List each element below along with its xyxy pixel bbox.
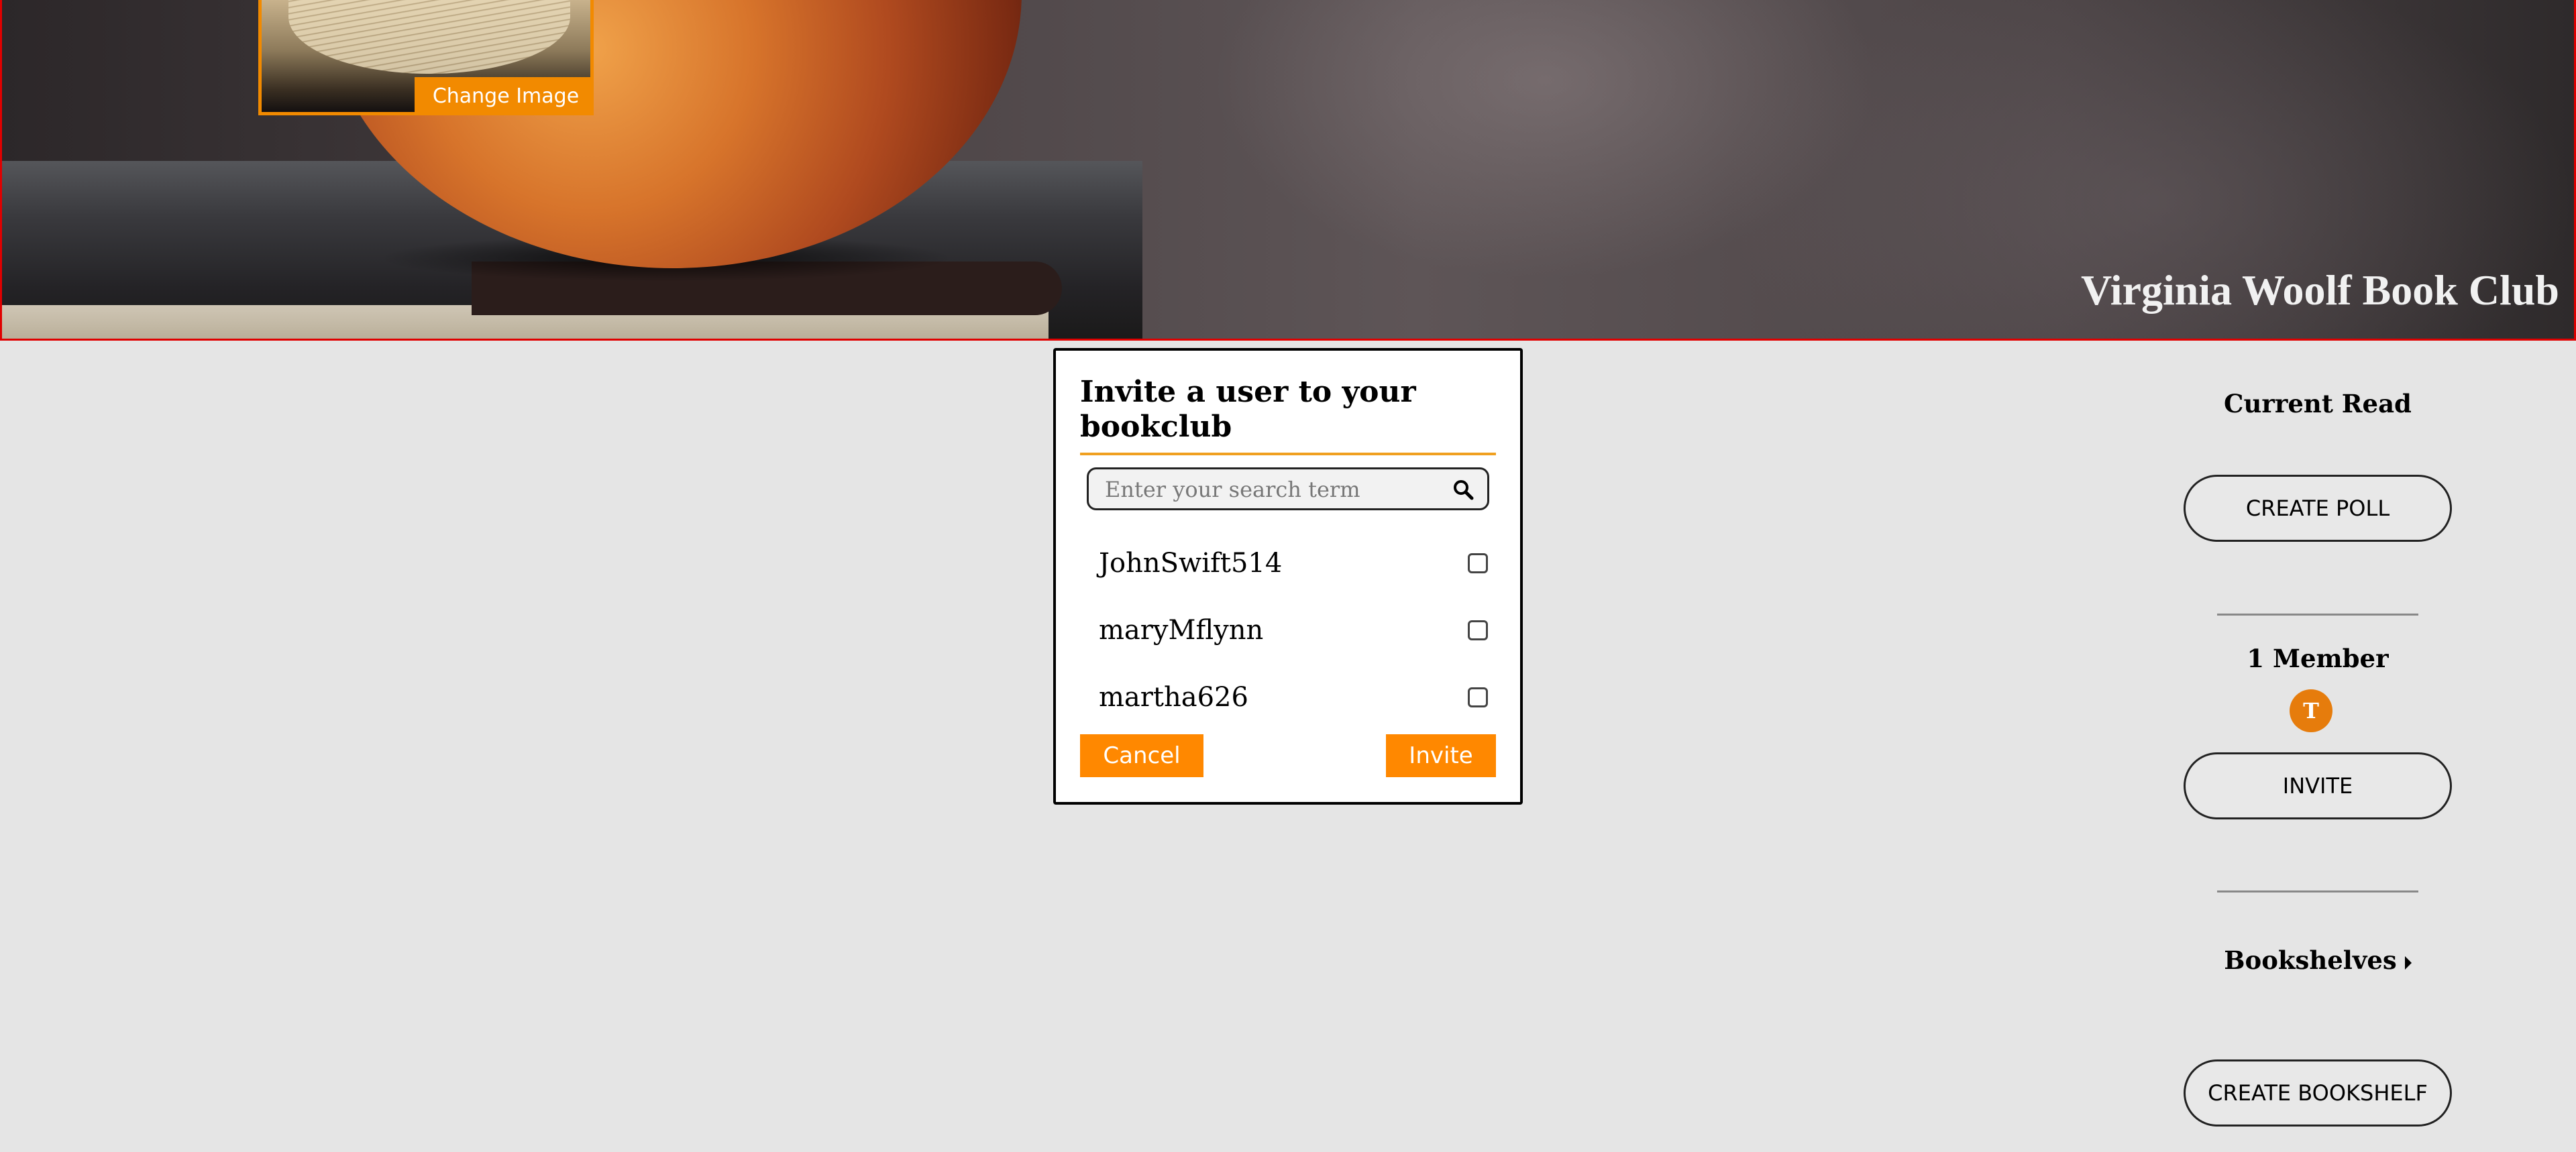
- bookshelves-toggle[interactable]: Bookshelves: [2147, 945, 2489, 975]
- club-sidebar: Current Read CREATE POLL 1 Member T INVI…: [2147, 376, 2489, 1152]
- member-avatar[interactable]: T: [2290, 689, 2332, 732]
- user-name: martha626: [1099, 682, 1248, 713]
- invite-confirm-button[interactable]: Invite: [1386, 734, 1496, 777]
- user-search-input[interactable]: [1104, 475, 1442, 504]
- create-poll-button[interactable]: CREATE POLL: [2184, 475, 2452, 542]
- section-divider: [2217, 614, 2418, 616]
- user-select-checkbox[interactable]: [1468, 553, 1488, 573]
- user-select-checkbox[interactable]: [1468, 687, 1488, 707]
- change-image-button[interactable]: Change Image: [415, 77, 590, 112]
- user-name: maryMflynn: [1099, 615, 1264, 646]
- user-list-item: JohnSwift514: [1099, 542, 1488, 583]
- create-bookshelf-button[interactable]: CREATE BOOKSHELF: [2184, 1059, 2452, 1127]
- invite-button[interactable]: INVITE: [2184, 752, 2452, 819]
- user-list-item: martha626: [1099, 677, 1488, 717]
- invite-user-modal: Invite a user to your bookclub JohnSwift…: [1053, 348, 1523, 805]
- bookshelves-heading: Bookshelves: [2224, 945, 2397, 975]
- user-list-item: maryMflynn: [1099, 610, 1488, 650]
- current-read-heading: Current Read: [2224, 389, 2412, 418]
- cancel-button[interactable]: Cancel: [1080, 734, 1203, 777]
- members-heading: 1 Member: [2247, 644, 2389, 673]
- club-cover-image: Change Image: [258, 0, 594, 115]
- user-name: JohnSwift514: [1099, 548, 1283, 579]
- search-icon[interactable]: [1452, 479, 1474, 500]
- caret-right-icon: [2404, 956, 2412, 970]
- club-title: Virginia Woolf Book Club: [2080, 266, 2559, 314]
- modal-title: Invite a user to your bookclub: [1080, 375, 1416, 444]
- section-divider: [2217, 890, 2418, 892]
- open-book-pages: [288, 0, 570, 74]
- modal-title-divider: [1080, 453, 1496, 455]
- user-search-box: [1087, 467, 1489, 510]
- user-select-checkbox[interactable]: [1468, 620, 1488, 640]
